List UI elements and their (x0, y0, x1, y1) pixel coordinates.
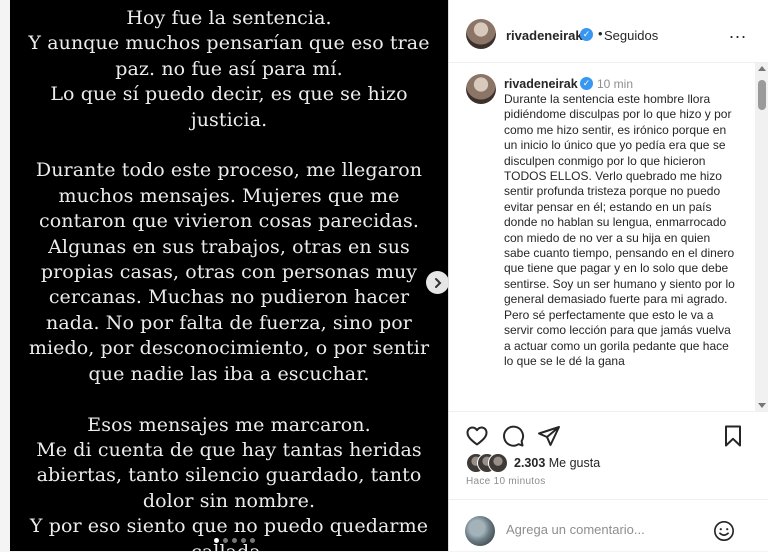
carousel-dot (214, 538, 219, 543)
scroll-up-icon[interactable] (758, 66, 766, 71)
carousel-dot (241, 538, 246, 543)
share-icon[interactable] (537, 424, 561, 448)
caption-time: 10 min (597, 77, 634, 91)
current-user-avatar (465, 516, 495, 546)
scrollbar-thumb[interactable] (758, 80, 766, 110)
carousel-dot (223, 538, 228, 543)
caption-text: Durante la sentencia este hombre llora p… (504, 92, 735, 368)
more-icon[interactable]: ... (729, 22, 747, 43)
comment-input[interactable]: Agrega un comentario... (506, 522, 645, 537)
likes-number: 2.303 (514, 456, 546, 470)
verified-icon: ✓ (580, 77, 593, 90)
bookmark-icon[interactable] (721, 424, 745, 448)
post-header: rivadeneirak ✓ • Seguidos ... (449, 0, 768, 63)
verified-icon: ✓ (580, 28, 593, 41)
header-username[interactable]: rivadeneirak (506, 28, 583, 43)
likes-label: Me gusta (548, 456, 601, 470)
chevron-right-icon (434, 277, 441, 288)
comment-icon[interactable] (501, 424, 525, 448)
avatar[interactable] (466, 19, 496, 49)
next-image-button[interactable] (426, 271, 448, 294)
post-timestamp: Hace 10 minutos (466, 476, 546, 487)
header-separator: • (598, 26, 603, 41)
carousel-dot (250, 538, 255, 543)
caption-username[interactable]: rivadeneirak (504, 77, 578, 91)
post-image[interactable]: Hoy fue la sentencia. Y aunque muchos pe… (10, 0, 448, 551)
follow-status-button[interactable]: Seguidos (604, 28, 658, 43)
action-bar (449, 412, 768, 452)
carousel-dot (232, 538, 237, 543)
caption-avatar[interactable] (466, 74, 496, 104)
heart-icon[interactable] (465, 424, 489, 448)
post-image-text: Hoy fue la sentencia. Y aunque muchos pe… (28, 7, 430, 551)
scroll-down-icon[interactable] (758, 403, 766, 408)
emoji-icon[interactable] (713, 520, 735, 542)
likes-count[interactable]: 2.303 Me gusta (514, 456, 600, 470)
scrollbar[interactable] (755, 63, 768, 411)
add-comment-bar: Agrega un comentario... (449, 499, 768, 552)
liker-avatar (488, 453, 508, 473)
post-side-panel: rivadeneirak ✓ • Seguidos ... rivadeneir… (448, 0, 768, 551)
comments-area[interactable]: rivadeneirak ✓ 10 min Durante la sentenc… (449, 63, 768, 412)
carousel-indicator (214, 538, 255, 543)
